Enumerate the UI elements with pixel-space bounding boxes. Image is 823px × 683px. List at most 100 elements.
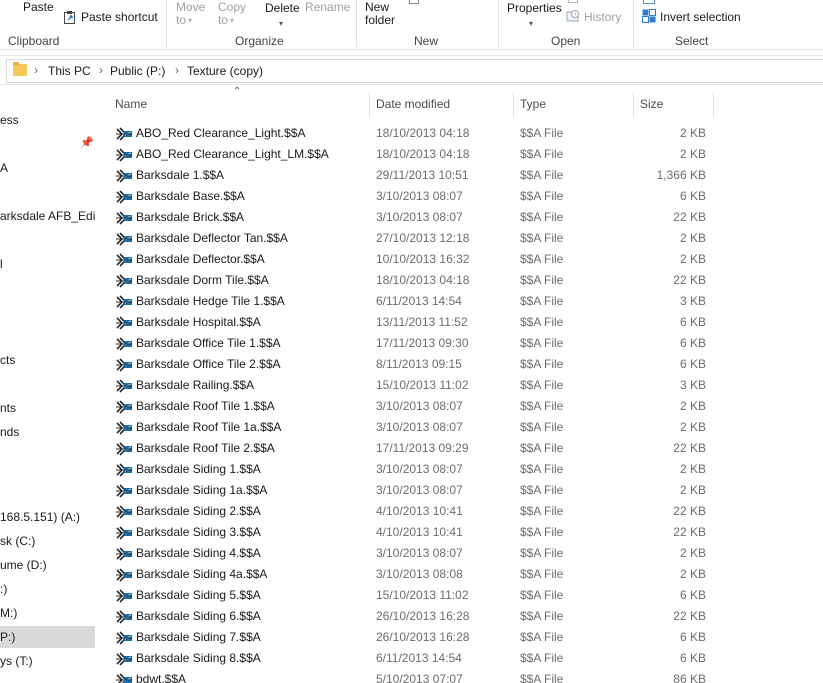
invert-selection-button[interactable]: Invert selection <box>660 11 741 24</box>
column-header-size[interactable]: Size <box>640 96 663 118</box>
address-box[interactable]: › This PC › Public (P:) › Texture (copy) <box>6 59 823 83</box>
nav-item[interactable]: A <box>0 157 95 179</box>
file-type-icon <box>116 295 132 309</box>
file-type: $$A File <box>520 672 564 683</box>
new-group-label: New <box>414 34 439 48</box>
file-row[interactable]: Barksdale Roof Tile 1a.$$A 3/10/2013 08:… <box>111 417 711 438</box>
column-separator[interactable] <box>713 92 714 118</box>
file-date-modified: 13/11/2013 11:52 <box>376 315 468 329</box>
file-type: $$A File <box>520 399 564 413</box>
file-row[interactable]: Barksdale Dorm Tile.$$A 18/10/2013 04:18… <box>111 270 711 291</box>
file-row[interactable]: Barksdale 1.$$A 29/11/2013 10:51 $$A Fil… <box>111 165 711 186</box>
file-row[interactable]: Barksdale Brick.$$A 3/10/2013 08:07 $$A … <box>111 207 711 228</box>
column-separator[interactable] <box>513 92 514 118</box>
file-size: 2 KB <box>679 546 706 560</box>
file-row[interactable]: Barksdale Siding 4a.$$A 3/10/2013 08:08 … <box>111 564 711 585</box>
breadcrumb-public-drive[interactable]: Public (P:) <box>110 64 165 78</box>
nav-item[interactable]: ys (T:) <box>0 650 95 672</box>
column-separator[interactable] <box>633 92 634 118</box>
file-name: bdwt.$$A <box>136 672 187 683</box>
file-row[interactable]: ABO_Red Clearance_Light.$$A 18/10/2013 0… <box>111 123 711 144</box>
chevron-right-icon[interactable]: › <box>34 63 38 77</box>
file-row[interactable]: Barksdale Deflector Tan.$$A 27/10/2013 1… <box>111 228 711 249</box>
move-to-button[interactable]: Move to ▾ <box>176 1 216 27</box>
file-row[interactable]: Barksdale Roof Tile 2.$$A 17/11/2013 09:… <box>111 438 711 459</box>
file-name: Barksdale Railing.$$A <box>136 378 255 392</box>
nav-item[interactable]: nts <box>0 397 95 419</box>
file-row[interactable]: bdwt.$$A 5/10/2013 07:07 $$A File 86 KB <box>111 669 711 683</box>
properties-button[interactable]: Properties ▾ <box>507 1 563 31</box>
pin-icon[interactable]: 📌 <box>80 136 94 149</box>
nav-item[interactable]: l <box>0 253 95 275</box>
file-type: $$A File <box>520 336 564 350</box>
delete-button[interactable]: Delete ▾ <box>265 1 303 31</box>
file-row[interactable]: Barksdale Siding 5.$$A 15/10/2013 11:02 … <box>111 585 711 606</box>
breadcrumb-current-folder[interactable]: Texture (copy) <box>187 64 263 78</box>
file-type-icon <box>116 253 132 267</box>
file-name: ABO_Red Clearance_Light.$$A <box>136 126 306 140</box>
file-type: $$A File <box>520 588 564 602</box>
rename-button[interactable]: Rename <box>305 1 350 14</box>
file-date-modified: 18/10/2013 04:18 <box>376 147 470 161</box>
file-date-modified: 3/10/2013 08:07 <box>376 399 463 413</box>
file-name: Barksdale Siding 1a.$$A <box>136 483 268 497</box>
file-row[interactable]: Barksdale Siding 3.$$A 4/10/2013 10:41 $… <box>111 522 711 543</box>
nav-item[interactable]: sk (C:) <box>0 530 95 552</box>
file-row[interactable]: ABO_Red Clearance_Light_LM.$$A 18/10/201… <box>111 144 711 165</box>
file-row[interactable]: Barksdale Office Tile 1.$$A 17/11/2013 0… <box>111 333 711 354</box>
chevron-down-icon: ▾ <box>279 19 284 29</box>
organize-group-label: Organize <box>235 34 284 48</box>
file-row[interactable]: Barksdale Office Tile 2.$$A 8/11/2013 09… <box>111 354 711 375</box>
column-separator[interactable] <box>369 92 370 118</box>
folder-icon <box>13 62 27 76</box>
file-row[interactable]: Barksdale Siding 4.$$A 3/10/2013 08:07 $… <box>111 543 711 564</box>
paste-button[interactable]: Paste <box>23 1 54 14</box>
file-date-modified: 3/10/2013 08:08 <box>376 567 463 581</box>
nav-item[interactable]: cts <box>0 349 95 371</box>
file-row[interactable]: Barksdale Hospital.$$A 13/11/2013 11:52 … <box>111 312 711 333</box>
file-name: Barksdale Hospital.$$A <box>136 315 261 329</box>
file-row[interactable]: Barksdale Roof Tile 1.$$A 3/10/2013 08:0… <box>111 396 711 417</box>
column-header-date-modified[interactable]: Date modified <box>376 96 450 118</box>
ribbon-separator <box>498 0 499 47</box>
column-header-name[interactable]: Name <box>115 96 147 118</box>
file-size: 3 KB <box>679 378 706 392</box>
nav-item[interactable]: P:) <box>0 626 95 648</box>
file-row[interactable]: Barksdale Siding 6.$$A 26/10/2013 16:28 … <box>111 606 711 627</box>
column-header-type[interactable]: Type <box>520 96 546 118</box>
new-folder-button[interactable]: New folder <box>365 1 405 27</box>
nav-item[interactable]: :) <box>0 578 95 600</box>
nav-item[interactable]: M:) <box>0 602 95 624</box>
file-size: 6 KB <box>679 189 706 203</box>
file-row[interactable]: Barksdale Siding 1.$$A 3/10/2013 08:07 $… <box>111 459 711 480</box>
breadcrumb-this-pc[interactable]: This PC <box>48 64 91 78</box>
file-row[interactable]: Barksdale Base.$$A 3/10/2013 08:07 $$A F… <box>111 186 711 207</box>
chevron-right-icon[interactable]: › <box>99 63 103 77</box>
file-row[interactable]: Barksdale Siding 8.$$A 6/11/2013 14:54 $… <box>111 648 711 669</box>
nav-item[interactable]: ess <box>0 109 95 131</box>
file-type: $$A File <box>520 294 564 308</box>
nav-item[interactable]: arksdale AFB_Editi <box>0 205 95 227</box>
file-name: Barksdale Siding 7.$$A <box>136 630 261 644</box>
nav-item[interactable]: nds <box>0 421 95 443</box>
file-date-modified: 26/10/2013 16:28 <box>376 609 470 623</box>
file-row[interactable]: Barksdale Siding 7.$$A 26/10/2013 16:28 … <box>111 627 711 648</box>
file-type-icon <box>116 337 132 351</box>
file-type: $$A File <box>520 210 564 224</box>
file-date-modified: 3/10/2013 08:07 <box>376 483 463 497</box>
file-type: $$A File <box>520 273 564 287</box>
file-row[interactable]: Barksdale Deflector.$$A 10/10/2013 16:32… <box>111 249 711 270</box>
file-name: Barksdale Siding 3.$$A <box>136 525 261 539</box>
nav-item[interactable]: 168.5.151) (A:) <box>0 506 95 528</box>
file-row[interactable]: Barksdale Railing.$$A 15/10/2013 11:02 $… <box>111 375 711 396</box>
file-row[interactable]: Barksdale Siding 2.$$A 4/10/2013 10:41 $… <box>111 501 711 522</box>
history-button[interactable]: History <box>584 11 621 24</box>
chevron-right-icon[interactable]: › <box>175 63 179 77</box>
paste-shortcut-button[interactable]: Paste shortcut <box>81 11 158 24</box>
nav-item[interactable]: ume (D:) <box>0 554 95 576</box>
file-row[interactable]: Barksdale Hedge Tile 1.$$A 6/11/2013 14:… <box>111 291 711 312</box>
file-row[interactable]: Barksdale Siding 1a.$$A 3/10/2013 08:07 … <box>111 480 711 501</box>
copy-to-button[interactable]: Copy to ▾ <box>218 1 258 27</box>
history-icon <box>566 10 579 22</box>
file-name: Barksdale Hedge Tile 1.$$A <box>136 294 285 308</box>
